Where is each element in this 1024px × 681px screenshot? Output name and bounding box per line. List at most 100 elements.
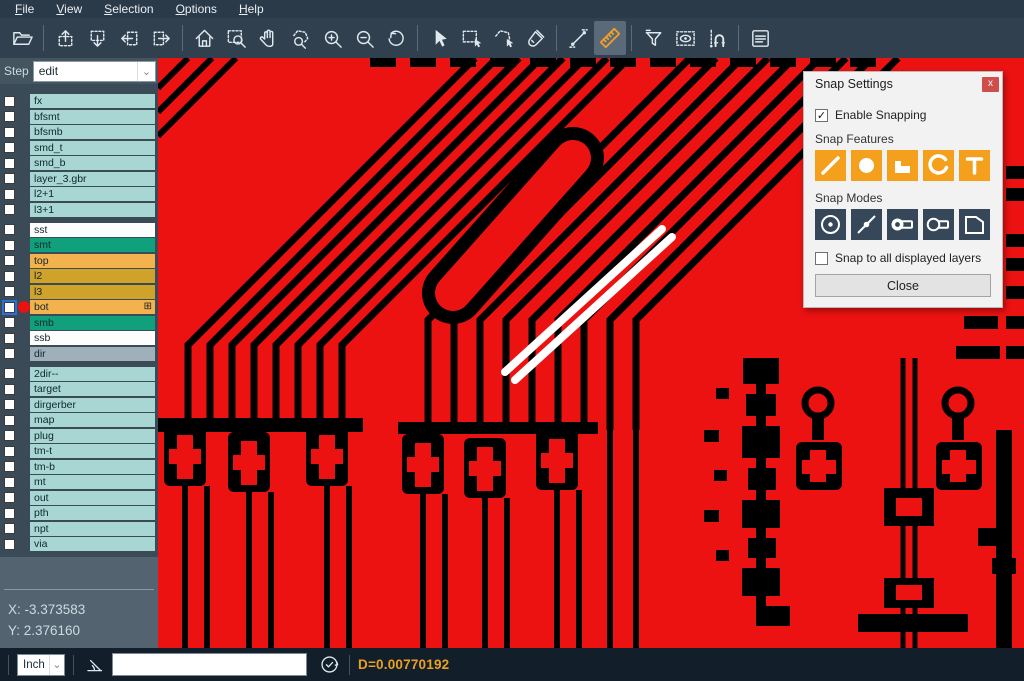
snap-mode-pad-hole-button[interactable] [887,209,918,240]
close-button[interactable]: Close [815,274,991,297]
layer-visibility-checkbox[interactable] [4,111,15,122]
zoom-out-button[interactable] [348,21,380,55]
layer-name[interactable]: plug [30,429,155,443]
layer-visibility-checkbox[interactable] [4,173,15,184]
layer-name[interactable]: target [30,382,155,396]
grid-icon[interactable]: ⊞ [144,300,152,314]
layer-name[interactable]: tm-b [30,460,155,474]
layer-visibility-checkbox[interactable] [4,302,15,313]
select-rect-button[interactable] [455,21,487,55]
layer-visibility-checkbox[interactable] [4,523,15,534]
filter-button[interactable] [637,21,669,55]
select-polygon-button[interactable] [487,21,519,55]
layer-name[interactable]: map [30,413,155,427]
dialog-titlebar[interactable]: Snap Settings x [804,72,1002,96]
pan-hand-button[interactable] [252,21,284,55]
layer-visibility-checkbox[interactable] [4,333,15,344]
zoom-window-button[interactable] [220,21,252,55]
layer-name[interactable]: smt [30,238,155,252]
step-select[interactable]: edit ⌄ [33,61,156,82]
view-options-button[interactable] [669,21,701,55]
angle-tool-button[interactable] [82,653,106,677]
refresh-measure-button[interactable] [317,653,341,677]
zoom-previous-button[interactable] [380,21,412,55]
measure-input[interactable] [112,653,307,676]
layer-name[interactable]: npt [30,522,155,536]
layer-name[interactable]: smd_b [30,156,155,170]
layer-name[interactable]: l3 [30,285,155,299]
layer-name[interactable]: l2+1 [30,187,155,201]
layer-visibility-checkbox[interactable] [4,415,15,426]
snap-feature-line-button[interactable] [815,150,846,181]
open-button[interactable] [6,21,38,55]
snap-feature-circle-button[interactable] [851,150,882,181]
ruler-button[interactable] [594,21,626,55]
layer-visibility-checkbox[interactable] [4,142,15,153]
layer-visibility-checkbox[interactable] [4,240,15,251]
snap-all-layers-checkbox[interactable] [815,252,828,265]
layer-name[interactable]: via [30,537,155,551]
layer-name[interactable]: bfsmb [30,125,155,139]
layer-name[interactable]: smb [30,316,155,330]
layer-name[interactable]: fx [30,94,155,108]
brush-button[interactable] [519,21,551,55]
menu-selection[interactable]: Selection [93,0,164,18]
dialog-close-icon[interactable]: x [982,77,999,92]
layer-visibility-checkbox[interactable] [4,430,15,441]
unit-select[interactable]: Inch ⌄ [17,654,65,676]
layer-visibility-checkbox[interactable] [4,224,15,235]
pan-right-button[interactable] [145,21,177,55]
snap-mode-midpoint-button[interactable] [851,209,882,240]
zoom-polygon-button[interactable] [284,21,316,55]
layer-name[interactable]: ssb [30,331,155,345]
snap-feature-surface-button[interactable] [887,150,918,181]
enable-snapping-checkbox[interactable]: ✓ [815,109,828,122]
layer-visibility-checkbox[interactable] [4,508,15,519]
layer-visibility-checkbox[interactable] [4,317,15,328]
menu-help[interactable]: Help [228,0,275,18]
layer-visibility-checkbox[interactable] [4,271,15,282]
select-cursor-button[interactable] [423,21,455,55]
layer-name[interactable]: smd_t [30,141,155,155]
layer-visibility-checkbox[interactable] [4,255,15,266]
layer-visibility-checkbox[interactable] [4,368,15,379]
layer-name[interactable]: l3+1 [30,203,155,217]
layer-visibility-checkbox[interactable] [4,477,15,488]
layer-name[interactable]: top [30,254,155,268]
pan-down-button[interactable] [81,21,113,55]
layer-visibility-checkbox[interactable] [4,384,15,395]
layer-visibility-checkbox[interactable] [4,446,15,457]
layer-name[interactable]: l2 [30,269,155,283]
layer-visibility-checkbox[interactable] [4,189,15,200]
pan-left-button[interactable] [113,21,145,55]
layer-visibility-checkbox[interactable] [4,399,15,410]
layer-visibility-checkbox[interactable] [4,492,15,503]
layer-name[interactable]: bot⊞ [30,300,155,314]
layer-name[interactable]: 2dir-- [30,367,155,381]
layer-name[interactable]: dirgerber [30,398,155,412]
menu-view[interactable]: View [45,0,93,18]
layer-name[interactable]: layer_3.gbr [30,172,155,186]
layer-visibility-checkbox[interactable] [4,286,15,297]
zoom-in-button[interactable] [316,21,348,55]
layer-name[interactable]: out [30,491,155,505]
snap-feature-arc-button[interactable] [923,150,954,181]
layer-name[interactable]: mt [30,475,155,489]
pcb-canvas[interactable]: Snap Settings x ✓ Enable Snapping Snap F… [158,58,1024,648]
layer-name[interactable]: bfsmt [30,110,155,124]
layer-name[interactable]: sst [30,223,155,237]
layer-visibility-checkbox[interactable] [4,158,15,169]
layer-visibility-checkbox[interactable] [4,461,15,472]
layer-visibility-checkbox[interactable] [4,127,15,138]
snap-mode-center-button[interactable] [815,209,846,240]
snap-button[interactable] [701,21,733,55]
layers-panel-button[interactable] [744,21,776,55]
layer-visibility-checkbox[interactable] [4,96,15,107]
layer-name[interactable]: pth [30,506,155,520]
measure-line-button[interactable] [562,21,594,55]
snap-feature-text-button[interactable] [959,150,990,181]
home-button[interactable] [188,21,220,55]
pan-up-button[interactable] [49,21,81,55]
layer-visibility-checkbox[interactable] [4,348,15,359]
layer-name[interactable]: tm-t [30,444,155,458]
